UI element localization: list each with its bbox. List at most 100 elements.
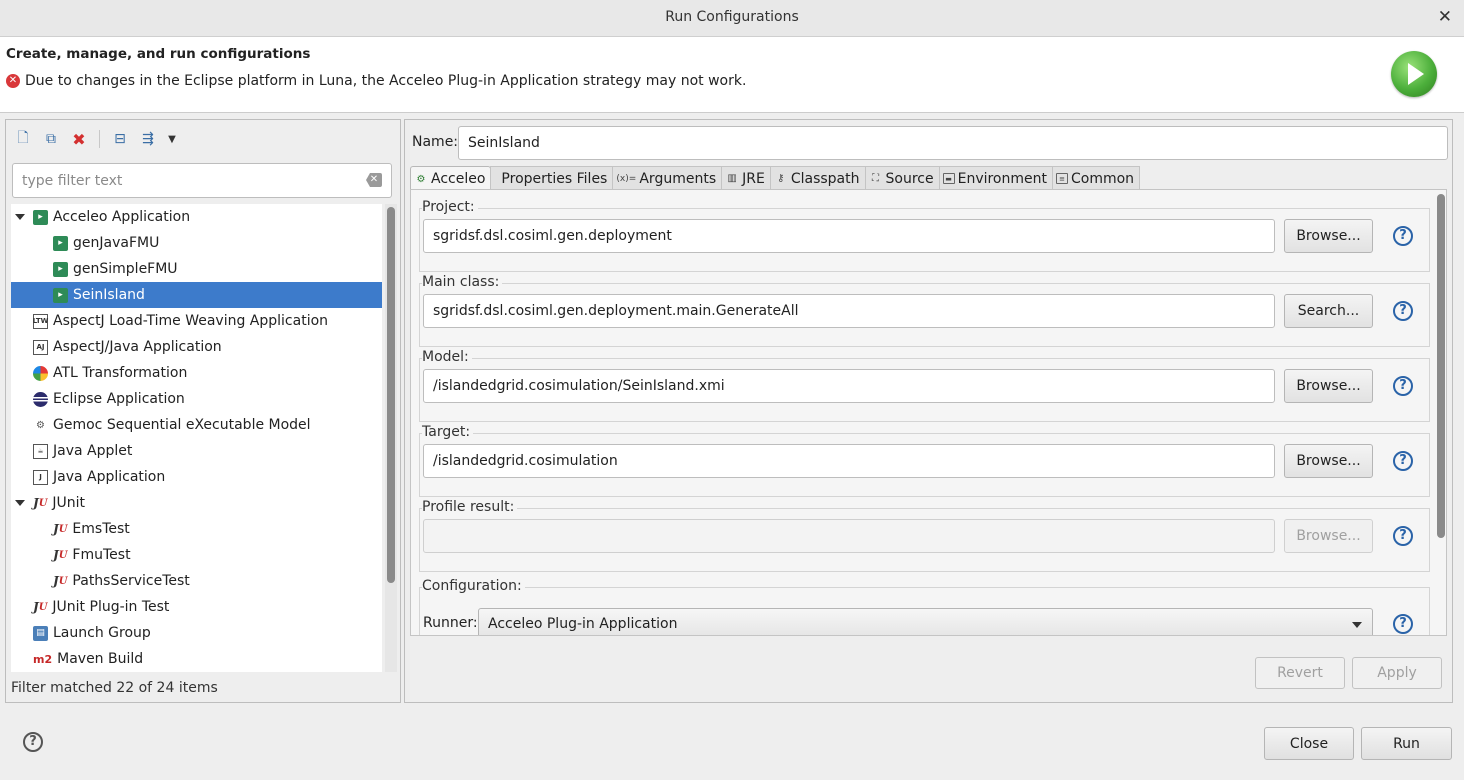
target-group: Target: Browse...? [419, 424, 1430, 497]
model-input[interactable] [423, 369, 1275, 403]
project-label: Project: [422, 199, 478, 215]
tree-item[interactable]: J Java Application [11, 464, 382, 490]
model-browse-button[interactable]: Browse... [1284, 369, 1373, 403]
tab-jre[interactable]: ▥ JRE [721, 166, 771, 190]
tab-properties-files[interactable]: Properties Files [490, 166, 614, 190]
target-browse-button[interactable]: Browse... [1284, 444, 1373, 478]
tree-item[interactable]: ▸ SeinIsland [11, 282, 382, 308]
tree-item[interactable]: ☕ Java Applet [11, 438, 382, 464]
tab-label: Source [885, 170, 934, 187]
eclipse-icon [33, 391, 48, 407]
help-icon[interactable]: ? [1393, 226, 1413, 246]
tree-scrollbar-thumb[interactable] [387, 207, 395, 583]
acceleo-icon: ▸ [53, 287, 68, 303]
tree-item[interactable]: LTW AspectJ Load-Time Weaving Application [11, 308, 382, 334]
runner-label: Runner: [423, 615, 478, 631]
tree-item[interactable]: J U JUnit Plug-in Test [11, 594, 382, 620]
delete-icon[interactable]: ✖ [68, 129, 90, 149]
tree-item[interactable]: ▸ Acceleo Application [11, 204, 382, 230]
run-button[interactable]: Run [1361, 727, 1452, 760]
environment-icon: ▬ [942, 173, 955, 184]
tree-item[interactable]: ▸ genSimpleFMU [11, 256, 382, 282]
dropdown-icon[interactable]: ▼ [165, 129, 179, 149]
main-class-label: Main class: [422, 274, 503, 290]
tab-acceleo[interactable]: ⚙ Acceleo [410, 166, 492, 191]
tree-item-label: Java Application [53, 469, 166, 485]
collapse-all-icon[interactable]: ⊟ [109, 129, 131, 149]
profile-result-group: Profile result: Browse...? [419, 499, 1430, 572]
main-class-group: Main class: Search...? [419, 274, 1430, 347]
tree-item-label: Gemoc Sequential eXecutable Model [53, 417, 311, 433]
project-input[interactable] [423, 219, 1275, 253]
profile-result-browse-button[interactable]: Browse... [1284, 519, 1373, 553]
junit-icon: JU [53, 522, 68, 536]
tab-arguments[interactable]: (x)= Arguments [612, 166, 723, 190]
model-label: Model: [422, 349, 472, 365]
window-title: Run Configurations [665, 9, 799, 25]
main-class-search-button[interactable]: Search... [1284, 294, 1373, 328]
junit-icon: JU [33, 496, 48, 510]
close-icon[interactable]: ✕ [1438, 7, 1452, 27]
chevron-down-icon [1352, 622, 1362, 628]
run-icon [1391, 51, 1437, 97]
tab-label: Environment [957, 170, 1047, 187]
project-browse-button[interactable]: Browse... [1284, 219, 1373, 253]
banner-message: ✕ Due to changes in the Eclipse platform… [6, 73, 746, 89]
close-button[interactable]: Close [1264, 727, 1354, 760]
apply-button[interactable]: Apply [1352, 657, 1442, 689]
expand-toggle-icon[interactable] [15, 211, 27, 223]
profile-result-input[interactable] [423, 519, 1275, 553]
filter-icon[interactable]: ⇶ [137, 129, 159, 149]
tab-source[interactable]: ⛶ Source [864, 166, 940, 190]
tree-item[interactable]: m2 Maven Build [11, 646, 382, 672]
tree-item[interactable]: ⚙ Gemoc Sequential eXecutable Model [11, 412, 382, 438]
revert-button[interactable]: Revert [1255, 657, 1345, 689]
runner-select[interactable]: Acceleo Plug-in Application [478, 608, 1373, 635]
expand-toggle-icon[interactable] [15, 497, 27, 509]
configuration-group: Configuration: Runner: Acceleo Plug-in A… [419, 578, 1430, 635]
tree-item[interactable]: J U FmuTest [11, 542, 382, 568]
tree-item-label: PathsServiceTest [72, 573, 190, 589]
tree-item[interactable]: Eclipse Application [11, 386, 382, 412]
help-icon[interactable]: ? [1393, 301, 1413, 321]
help-icon[interactable]: ? [1393, 376, 1413, 396]
maven-icon: m2 [33, 652, 53, 666]
classpath-icon: ⚷ [777, 173, 785, 184]
panel-scrollbar-thumb[interactable] [1437, 194, 1445, 538]
help-icon[interactable]: ? [1393, 526, 1413, 546]
tree-item[interactable]: AJ AspectJ/Java Application [11, 334, 382, 360]
tab-label: Arguments [639, 170, 717, 187]
tree-item-label: Acceleo Application [53, 209, 191, 225]
tree-item[interactable]: J U PathsServiceTest [11, 568, 382, 594]
tab-classpath[interactable]: ⚷ Classpath [769, 166, 866, 190]
panel-scrollbar[interactable] [1436, 192, 1446, 635]
filter-input[interactable] [12, 163, 392, 198]
tab-environment[interactable]: ▬ Environment [938, 166, 1053, 190]
tree-item[interactable]: ▸ genJavaFMU [11, 230, 382, 256]
help-icon[interactable]: ? [23, 732, 43, 752]
main-class-input[interactable] [423, 294, 1275, 328]
name-input[interactable] [458, 126, 1448, 160]
acceleo-icon: ▸ [53, 235, 68, 251]
project-group: Project: Browse...? [419, 199, 1430, 272]
tree-item-label: genSimpleFMU [73, 261, 178, 277]
tab-common[interactable]: ≡ Common [1052, 166, 1141, 190]
tree-item-label: AspectJ/Java Application [53, 339, 222, 355]
applet-icon: ☕ [33, 443, 48, 459]
tree-item[interactable]: ▤ Launch Group [11, 620, 382, 646]
tree-scrollbar[interactable] [385, 204, 397, 672]
duplicate-icon[interactable]: ⧉ [40, 129, 62, 149]
tree-item[interactable]: J U EmsTest [11, 516, 382, 542]
target-input[interactable] [423, 444, 1275, 478]
common-icon: ≡ [1056, 173, 1068, 184]
tree-item-label: Launch Group [53, 625, 151, 641]
help-icon[interactable]: ? [1393, 451, 1413, 471]
tree-item[interactable]: J U JUnit [11, 490, 382, 516]
tree-item[interactable]: ATL Transformation [11, 360, 382, 386]
help-icon[interactable]: ? [1393, 614, 1413, 634]
new-config-icon[interactable]: 🗋 [12, 129, 34, 149]
